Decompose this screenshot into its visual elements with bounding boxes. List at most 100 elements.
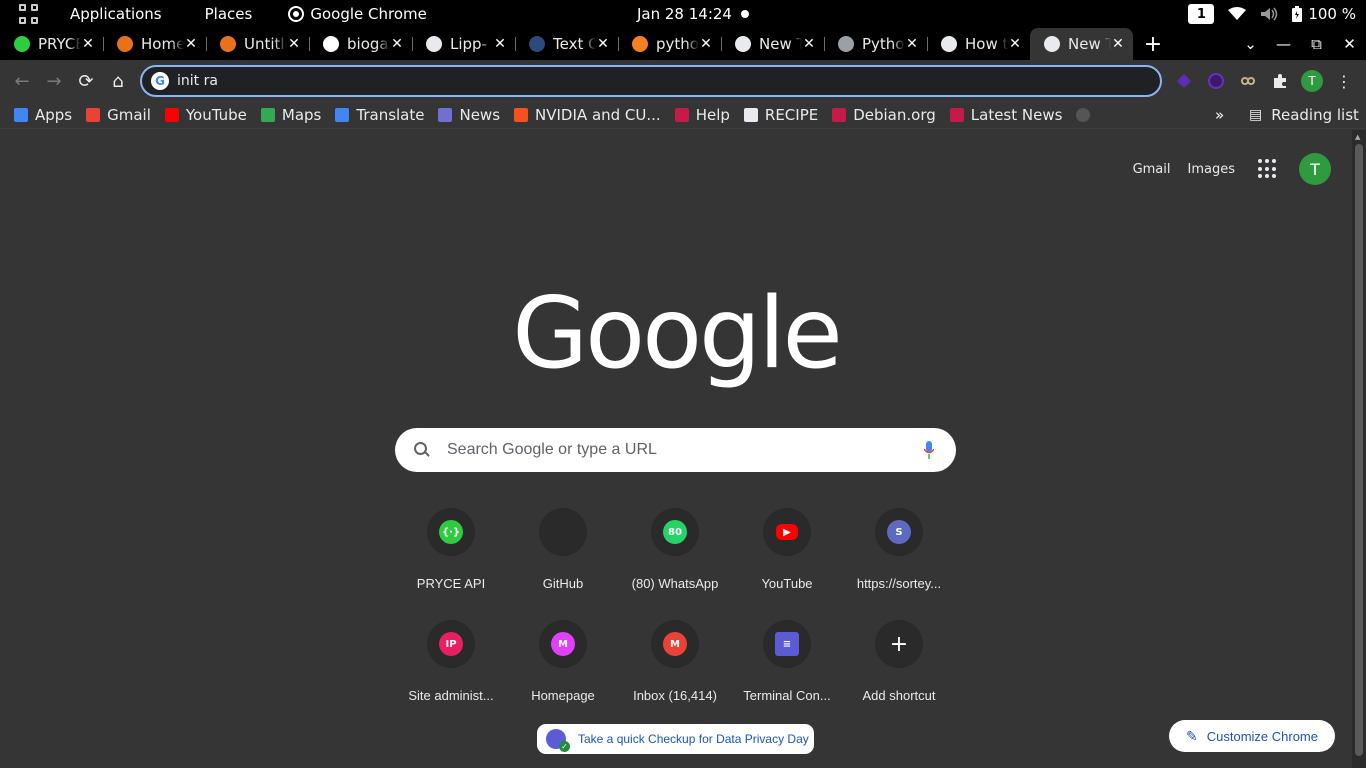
bookmark-favicon-icon	[260, 108, 275, 122]
tab-close-icon[interactable]: ✕	[1111, 36, 1125, 52]
stackoverflow-icon	[632, 36, 648, 52]
new-tab-button[interactable]: +	[1133, 32, 1173, 57]
shortcut-tile[interactable]: IP Site administ...	[395, 612, 507, 724]
tab-search-icon[interactable]: ⌄	[1234, 35, 1267, 53]
shortcut-tile[interactable]: {·} PRYCE API	[395, 500, 507, 612]
tab[interactable]: New Tab✕	[721, 28, 824, 60]
shortcut-circle: 80	[651, 508, 699, 556]
shortcut-tile[interactable]: GitHub	[507, 500, 619, 612]
tab-title: New Tab	[759, 35, 802, 53]
bookmark-item[interactable]: Help	[674, 106, 730, 124]
applications-menu[interactable]: Applications	[70, 5, 176, 23]
bookmark-label: Translate	[356, 106, 425, 124]
bookmark-item[interactable]: RECIPE	[743, 106, 818, 124]
tab-close-icon[interactable]: ✕	[699, 36, 713, 52]
tab-close-icon[interactable]: ✕	[184, 36, 198, 52]
tab[interactable]: Home ✕	[103, 28, 206, 60]
workspace-indicator[interactable]: 1	[1188, 4, 1215, 24]
bookmark-item[interactable]: News	[438, 106, 500, 124]
tab[interactable]: biogas✕	[309, 28, 412, 60]
bookmark-item[interactable]: NVIDIA and CU...	[514, 106, 661, 124]
profile-avatar[interactable]: T	[1301, 70, 1323, 92]
tab-close-icon[interactable]: ✕	[802, 36, 816, 52]
tab[interactable]: Text C ✕	[515, 28, 618, 60]
shortcut-label: Homepage	[531, 688, 595, 703]
github-bookmark-icon[interactable]	[1076, 108, 1091, 122]
search-box[interactable]: Search Google or type a URL	[395, 428, 956, 472]
google-apps-icon[interactable]	[1258, 159, 1278, 179]
tab[interactable]: Untitled✕	[206, 28, 309, 60]
active-app-indicator[interactable]: Google Chrome	[288, 5, 427, 23]
minimize-icon[interactable]: —	[1267, 35, 1300, 53]
extension-layers-icon[interactable]	[1174, 71, 1194, 91]
shortcut-favicon-icon: S	[887, 520, 911, 544]
account-avatar[interactable]: T	[1299, 153, 1331, 185]
bookmarks-overflow-icon[interactable]: »	[1215, 106, 1224, 124]
extensions-puzzle-icon[interactable]	[1270, 71, 1290, 91]
reload-icon[interactable]: ⟳	[70, 65, 102, 97]
ring-icon	[117, 36, 133, 52]
page-scrollbar[interactable]: ▲	[1352, 130, 1366, 768]
shortcut-label: YouTube	[761, 576, 813, 591]
shortcut-favicon-icon: 80	[663, 520, 687, 544]
wifi-icon[interactable]	[1228, 7, 1247, 21]
active-app-name: Google Chrome	[310, 5, 427, 23]
tab-close-icon[interactable]: ✕	[596, 36, 610, 52]
tab[interactable]: Python✕	[824, 28, 927, 60]
shortcut-tile[interactable]: + Add shortcut	[843, 612, 955, 724]
tab-close-icon[interactable]: ✕	[905, 36, 919, 52]
tab-close-icon[interactable]: ✕	[493, 36, 507, 52]
shortcut-tile[interactable]: ≡ Terminal Con...	[731, 612, 843, 724]
scroll-thumb[interactable]	[1355, 144, 1363, 756]
places-menu[interactable]: Places	[205, 5, 267, 23]
tab[interactable]: python✕	[618, 28, 721, 60]
battery-icon[interactable]	[1292, 6, 1303, 22]
bookmark-item[interactable]: Maps	[260, 106, 322, 124]
tab[interactable]: New Tab✕	[1030, 28, 1133, 60]
activities-grid-icon[interactable]	[19, 4, 39, 24]
tab-close-icon[interactable]: ✕	[81, 36, 95, 52]
chrome-icon	[288, 6, 305, 22]
bookmark-item[interactable]: YouTube	[164, 106, 247, 124]
extension-circle-icon[interactable]	[1206, 71, 1226, 91]
microphone-icon[interactable]	[924, 441, 934, 459]
bookmark-label: Maps	[281, 106, 322, 124]
back-icon[interactable]: ←	[6, 65, 38, 97]
tab-close-icon[interactable]: ✕	[287, 36, 301, 52]
extension-owl-icon[interactable]	[1238, 71, 1258, 91]
bookmark-item[interactable]: Apps	[14, 106, 72, 124]
shortcut-tile[interactable]: Shttps://sortey...	[843, 500, 955, 612]
reading-list-button[interactable]: ▤ Reading list	[1249, 106, 1359, 124]
bookmark-item[interactable]: Latest News	[949, 106, 1062, 124]
customize-chrome-button[interactable]: ✎ Customize Chrome	[1169, 720, 1335, 752]
shortcut-label: PRYCE API	[416, 576, 486, 591]
bookmark-item[interactable]: Gmail	[86, 106, 151, 124]
images-link[interactable]: Images	[1188, 162, 1236, 177]
tab-close-icon[interactable]: ✕	[390, 36, 404, 52]
clock[interactable]: Jan 28 14:24	[637, 5, 732, 23]
more-menu-icon[interactable]: ⋮	[1334, 71, 1354, 91]
tab-close-icon[interactable]: ✕	[1008, 36, 1022, 52]
address-bar-text[interactable]: init ra	[177, 73, 218, 89]
shortcut-tile[interactable]: ▶ YouTube	[731, 500, 843, 612]
tab[interactable]: Lipp- ✕	[412, 28, 515, 60]
shortcut-tile[interactable]: M Inbox (16,414)	[619, 612, 731, 724]
tab[interactable]: How to✕	[927, 28, 1030, 60]
scroll-up-icon[interactable]: ▲	[1355, 133, 1360, 141]
tab[interactable]: PRYCE API✕	[0, 28, 103, 60]
forward-icon[interactable]: →	[38, 65, 70, 97]
address-bar[interactable]: G init ra	[140, 65, 1162, 97]
restore-icon[interactable]: ⧉	[1300, 35, 1333, 53]
privacy-checkup-chip[interactable]: Take a quick Checkup for Data Privacy Da…	[537, 724, 814, 754]
shortcut-tile[interactable]: 80 (80) WhatsApp	[619, 500, 731, 612]
chrome-icon	[1044, 36, 1060, 52]
bookmark-favicon-icon	[743, 108, 758, 122]
search-placeholder[interactable]: Search Google or type a URL	[447, 441, 657, 459]
bookmark-item[interactable]: Translate	[335, 106, 424, 124]
gmail-link[interactable]: Gmail	[1133, 162, 1171, 177]
home-icon[interactable]: ⌂	[102, 65, 134, 97]
shortcut-tile[interactable]: M Homepage	[507, 612, 619, 724]
close-window-icon[interactable]: ✕	[1333, 35, 1366, 53]
volume-icon[interactable]	[1260, 7, 1278, 21]
bookmark-item[interactable]: Debian.org	[832, 106, 936, 124]
